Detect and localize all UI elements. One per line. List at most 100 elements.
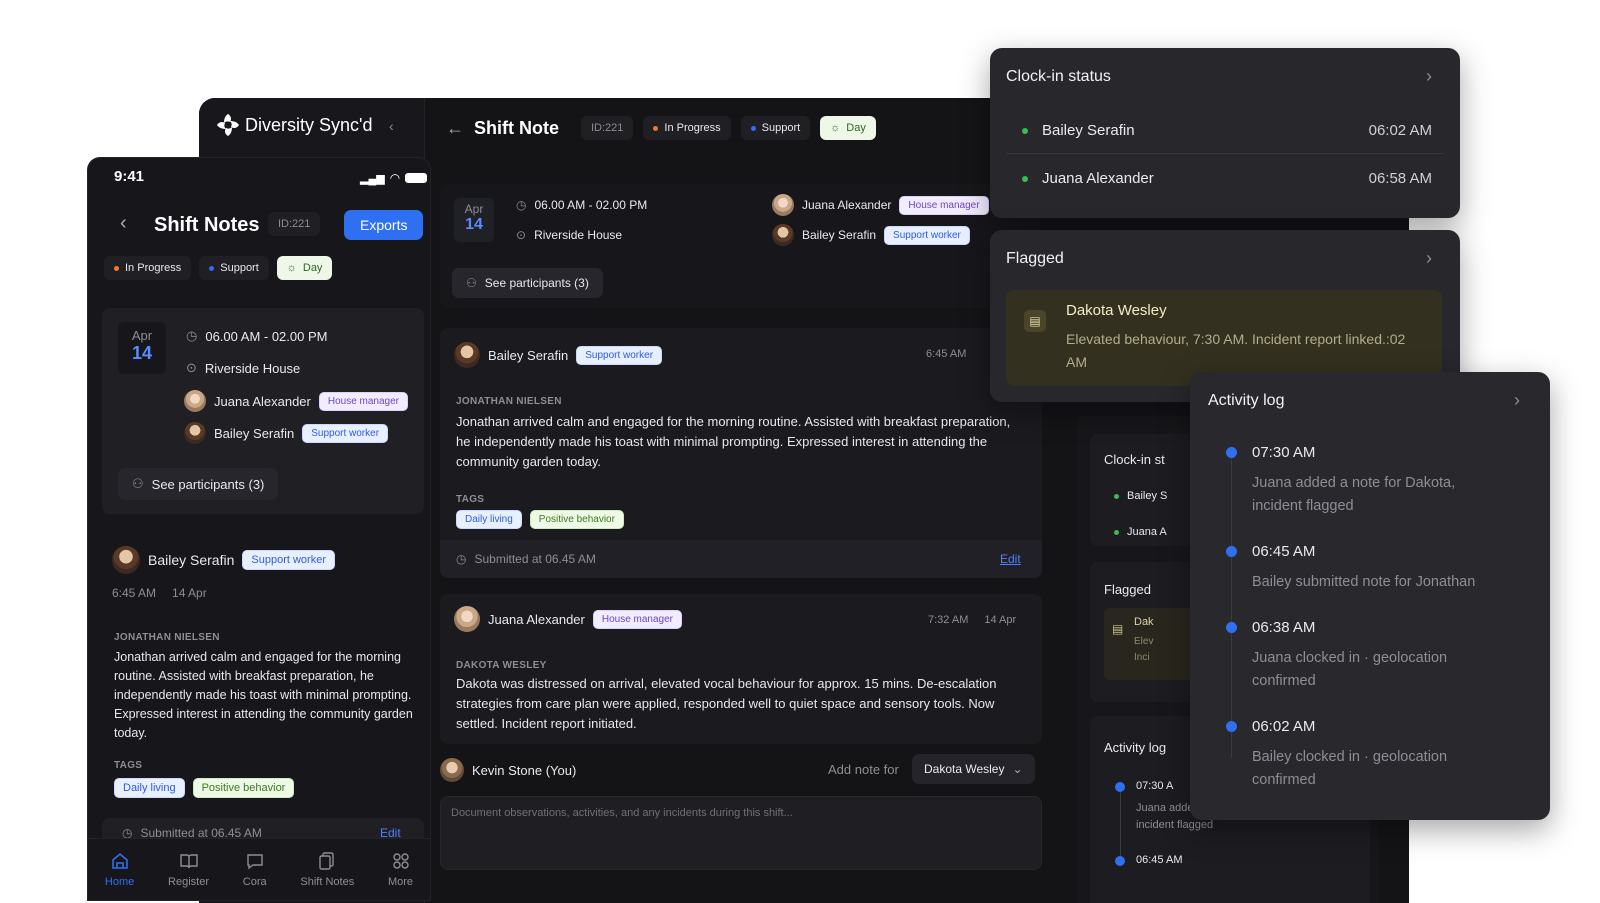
date-day: 14 [131, 343, 153, 363]
nav-register[interactable]: Register [168, 851, 209, 888]
clockin-row: Bailey Serafin 06:02 AM [1006, 108, 1444, 154]
activity-time: 06:02 AM [1252, 718, 1316, 735]
note-time: 7:32 AM [928, 614, 969, 626]
shift-summary: Apr 14 ◷ 06.00 AM - 02.00 PM ⊙ Riverside H… [102, 308, 424, 514]
activity-text: Juana clocked in · geolocation confirmed [1252, 650, 1448, 689]
edit-link[interactable]: Edit [1000, 552, 1021, 566]
note-subject: JONATHAN NIELSEN [456, 396, 562, 407]
flagged-name: Dakota Wesley [1066, 302, 1167, 319]
note-composer: Kevin Stone (You) Add note for Dakota We… [440, 750, 1042, 903]
badge-row: In Progress Support ☼ Day [104, 256, 333, 280]
sun-icon: ☼ [286, 262, 297, 274]
note-time: 6:45 AM [112, 586, 157, 600]
location-pin-icon: ⊙ [516, 228, 527, 242]
id-badge: ID:221 [581, 116, 634, 140]
tag-list: Daily living Positive behavior [114, 778, 295, 798]
sun-icon: ☼ [830, 122, 841, 134]
activity-text: Juana added a note for Dakota, incident … [1252, 475, 1456, 514]
page-title: Shift Notes [154, 214, 260, 236]
mobile-screen: 9:41 ▂▄▆ ◠ ‹ Shift Notes ID:221 Exports … [88, 158, 430, 900]
participants-label: See participants (3) [151, 476, 265, 492]
activity-time: 06:45 AM [1252, 543, 1316, 560]
shift-time: 06.00 AM - 02.00 PM [534, 198, 648, 212]
note-author: Juana Alexander [488, 611, 585, 627]
status-dot-icon [114, 265, 119, 271]
role-badge: House manager [899, 195, 989, 215]
back-arrow-icon[interactable]: ← [446, 118, 464, 139]
activity-title: Activity log [1208, 392, 1285, 409]
note-author: Bailey Serafin [488, 347, 569, 363]
flagged-mini-line: Elev [1134, 636, 1154, 647]
avatar [184, 390, 206, 412]
clockin-title: Clock-in status [1006, 68, 1111, 85]
tag[interactable]: Daily living [114, 778, 185, 798]
note-body: Jonathan arrived calm and engaged for th… [456, 414, 1011, 469]
nav-more[interactable]: More [388, 851, 413, 888]
see-participants-button[interactable]: ⚇ See participants (3) [452, 268, 603, 298]
clockin-row: Juana Alexander 06:58 AM [1006, 156, 1444, 202]
see-participants-button[interactable]: ⚇ See participants (3) [118, 468, 279, 500]
users-icon: ⚇ [466, 276, 477, 290]
clock-icon: ◷ [186, 328, 198, 343]
chevron-right-icon[interactable]: › [1514, 390, 1520, 411]
role-badge: House manager [318, 391, 409, 411]
back-chevron-icon[interactable]: ‹ [120, 212, 127, 235]
clock-icon: ◷ [456, 552, 467, 566]
nav-cora[interactable]: Cora [243, 851, 267, 888]
location-pin-icon: ⊙ [186, 360, 197, 375]
nav-shift-notes[interactable]: Shift Notes [300, 851, 354, 888]
timeline-line [1231, 458, 1232, 758]
note-meta: 6:45 AM 14 Apr [112, 586, 207, 600]
note-date: 14 Apr [984, 614, 1017, 626]
timeline-dot [1226, 622, 1237, 633]
avatar [454, 606, 480, 632]
chevron-right-icon[interactable]: › [1426, 66, 1432, 87]
tags-label: TAGS [456, 494, 485, 505]
battery-icon [405, 173, 428, 183]
tag[interactable]: Daily living [456, 510, 522, 529]
role-badge: Support worker [576, 345, 663, 365]
submitted-row: ◷ Submitted at 06.45 AM [456, 552, 596, 566]
note-author-row: Bailey Serafin Support worker [112, 546, 335, 574]
clockin-mini-name: Bailey S [1127, 490, 1168, 502]
note-footer: ◷ Submitted at 06.45 AM Edit [440, 540, 1042, 578]
chevron-down-icon: ⌄ [1012, 762, 1023, 776]
status-label: In Progress [664, 122, 721, 134]
clockin-card: Clock-in status › Bailey Serafin 06:02 A… [990, 48, 1460, 218]
flagged-mini-title: Flagged [1104, 582, 1151, 597]
nav-home[interactable]: Home [105, 851, 134, 888]
note-textarea[interactable]: Document observations, activities, and a… [440, 796, 1042, 870]
type-badge: Support [199, 256, 269, 280]
brand-name: Diversity Sync'd [245, 114, 373, 135]
clockin-name: Juana Alexander [1042, 170, 1154, 187]
participant-select[interactable]: Dakota Wesley ⌄ [912, 754, 1035, 784]
add-note-for-label: Add note for [828, 762, 899, 777]
brand-logo[interactable]: Diversity Sync'd [215, 112, 372, 138]
shift-label: Day [302, 262, 323, 274]
flagged-text: Elevated behaviour, 7:30 AM. Incident re… [1066, 331, 1406, 370]
timeline-dot [1226, 546, 1237, 557]
collapse-sidebar-icon[interactable]: ‹ [389, 118, 394, 134]
type-dot-icon [750, 125, 756, 131]
role-badge: House manager [592, 609, 683, 629]
status-bar-icons: ▂▄▆ ◠ [360, 171, 428, 185]
location-row: ⊙ Riverside House [516, 228, 622, 242]
date-day: 14 [465, 216, 483, 233]
avatar [112, 546, 140, 574]
note-date: 14 Apr [172, 586, 207, 600]
home-icon [111, 852, 128, 869]
note-author: Bailey Serafin [148, 552, 235, 568]
note-body: Jonathan arrived calm and engaged for th… [114, 650, 413, 740]
note-subject: JONATHAN NIELSEN [114, 632, 220, 643]
chevron-right-icon[interactable]: › [1426, 248, 1432, 269]
activity-time: 06:38 AM [1252, 619, 1316, 636]
date-block: Apr 14 [118, 322, 166, 374]
tag[interactable]: Positive behavior [192, 778, 295, 798]
exports-button[interactable]: Exports [344, 210, 424, 240]
avatar [184, 422, 206, 444]
id-badge: ID:221 [268, 212, 321, 236]
person-row: Bailey Serafin Support worker [772, 224, 970, 246]
tag[interactable]: Positive behavior [529, 510, 624, 529]
nav-label: Home [104, 876, 135, 888]
person-row: Juana Alexander House manager [184, 390, 409, 412]
